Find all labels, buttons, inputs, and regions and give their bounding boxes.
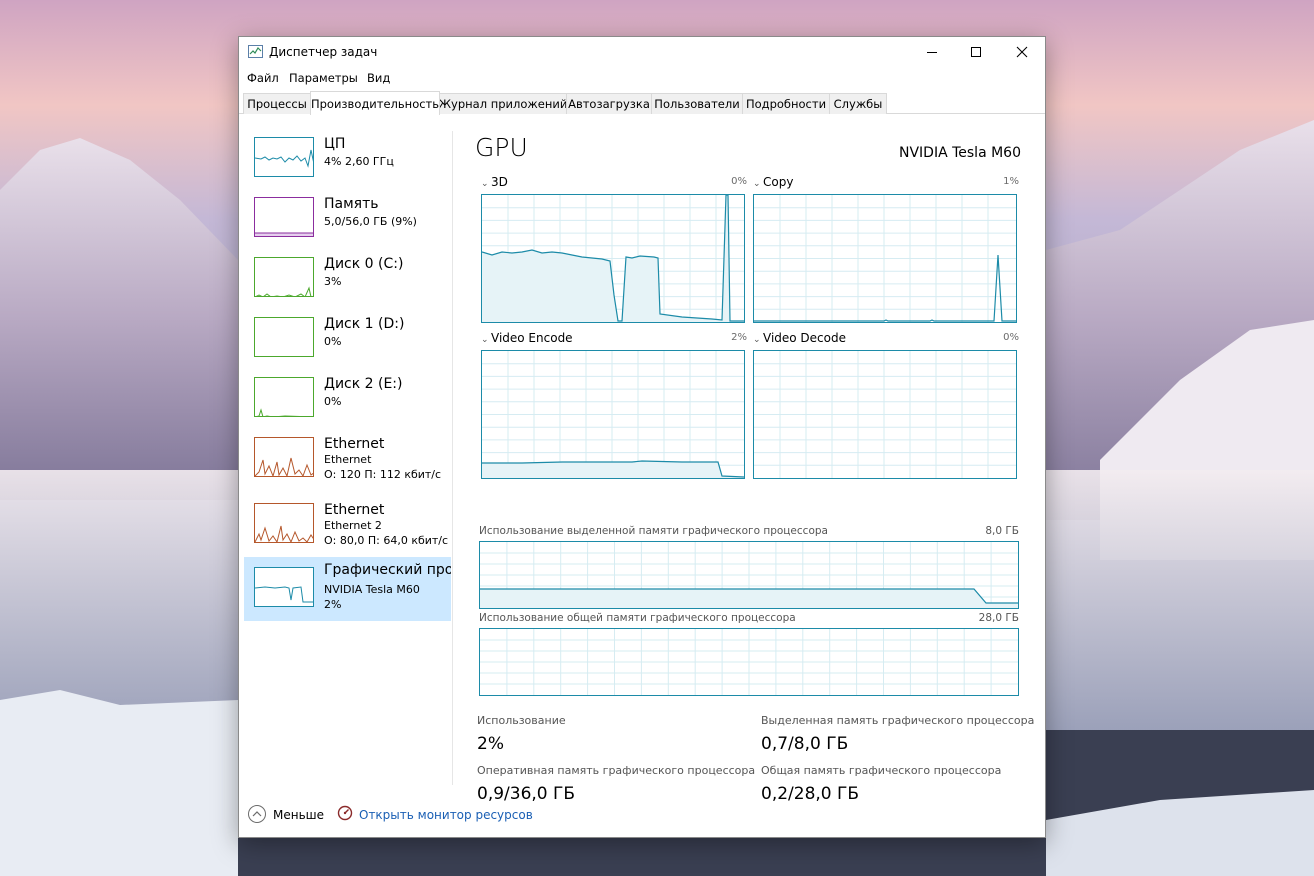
engine-percent: 1% (1003, 176, 1019, 187)
sidebar-item-usage: 2% (324, 598, 342, 611)
minimize-icon (927, 52, 937, 53)
tab-processes[interactable]: Процессы (243, 93, 311, 114)
disk-thumbnail-graph (254, 317, 314, 357)
sidebar-item-detail: 0% (324, 335, 342, 348)
sidebar-item-label: Диск 0 (C:) (324, 256, 404, 272)
resource-monitor-icon (337, 805, 353, 821)
sidebar-item-detail: Ethernet 2 (324, 519, 382, 532)
engine-percent: 0% (731, 176, 747, 187)
chevron-down-icon: ⌄ (753, 335, 761, 345)
shared-memory-graph (479, 628, 1019, 696)
dedicated-memory-graph (479, 541, 1019, 609)
engine-label: Copy (763, 175, 794, 189)
tab-users[interactable]: Пользователи (651, 93, 743, 114)
dedicated-memory-label: Использование выделенной памяти графичес… (479, 525, 828, 537)
engine-graph-video-encode (481, 350, 745, 479)
close-icon (1016, 46, 1028, 58)
dedicated-memory-stat-label: Выделенная память графического процессор… (761, 714, 1035, 727)
sidebar-item-disk-0[interactable]: Диск 0 (C:) 3% (244, 251, 451, 315)
cpu-thumbnail-graph (254, 137, 314, 177)
engine-selector-video-encode[interactable]: ⌄ Video Encode (481, 331, 573, 345)
tab-services[interactable]: Службы (829, 93, 887, 114)
sidebar-item-memory[interactable]: Память 5,0/56,0 ГБ (9%) (244, 191, 451, 255)
sidebar-item-ethernet-2[interactable]: Ethernet Ethernet 2 О: 80,0 П: 64,0 кбит… (244, 497, 451, 561)
resource-sidebar: ЦП 4% 2,60 ГГц Память 5,0/56,0 ГБ (9%) Д… (239, 117, 451, 797)
tab-details[interactable]: Подробности (742, 93, 830, 114)
shared-memory-stat-label: Общая память графического процессора (761, 764, 1002, 777)
close-button[interactable] (999, 37, 1045, 67)
fewer-details-button[interactable]: Меньше (273, 808, 324, 822)
minimize-button[interactable] (909, 37, 955, 67)
disk-thumbnail-graph (254, 377, 314, 417)
window-title: Диспетчер задач (269, 45, 378, 59)
gpu-detail-panel: GPU NVIDIA Tesla M60 ⌄ 3D 0% ⌄ Copy 1% ⌄… (453, 117, 1045, 804)
sidebar-item-detail: NVIDIA Tesla M60 (324, 583, 420, 596)
engine-label: 3D (491, 175, 508, 189)
disk-thumbnail-graph (254, 257, 314, 297)
maximize-button[interactable] (953, 37, 999, 67)
sidebar-item-label: ЦП (324, 136, 346, 152)
engine-label: Video Decode (763, 331, 846, 345)
tab-bar: Процессы Производительность Журнал прило… (239, 91, 1045, 115)
usage-value: 2% (477, 734, 504, 754)
tab-app-history[interactable]: Журнал приложений (439, 93, 567, 114)
sidebar-item-cpu[interactable]: ЦП 4% 2,60 ГГц (244, 131, 451, 195)
memory-thumbnail-graph (254, 197, 314, 237)
sidebar-item-label: Диск 2 (E:) (324, 376, 403, 392)
chevron-down-icon: ⌄ (481, 179, 489, 189)
ethernet-thumbnail-graph (254, 437, 314, 477)
tab-performance[interactable]: Производительность (310, 91, 440, 115)
task-manager-window: Диспетчер задач Файл Параметры Вид Проце… (238, 36, 1046, 838)
sidebar-item-label: Графический процессор 0 (324, 562, 451, 578)
sidebar-item-detail: 3% (324, 275, 342, 288)
sidebar-item-ethernet-1[interactable]: Ethernet Ethernet О: 120 П: 112 кбит/с (244, 431, 451, 495)
ethernet-thumbnail-graph (254, 503, 314, 543)
engine-selector-video-decode[interactable]: ⌄ Video Decode (753, 331, 846, 345)
menu-file[interactable]: Файл (247, 71, 279, 85)
menu-options[interactable]: Параметры (289, 71, 358, 85)
menu-bar: Файл Параметры Вид (239, 67, 1045, 89)
sidebar-item-disk-2[interactable]: Диск 2 (E:) 0% (244, 371, 451, 435)
shared-memory-label: Использование общей памяти графического … (479, 612, 796, 624)
engine-graph-video-decode (753, 350, 1017, 479)
sidebar-item-disk-1[interactable]: Диск 1 (D:) 0% (244, 311, 451, 375)
sidebar-item-detail: 4% 2,60 ГГц (324, 155, 394, 168)
maximize-icon (971, 47, 981, 57)
sidebar-item-label: Диск 1 (D:) (324, 316, 405, 332)
dedicated-memory-max: 8,0 ГБ (985, 525, 1019, 537)
gpu-thumbnail-graph (254, 567, 314, 607)
engine-graph-3d (481, 194, 745, 323)
sidebar-item-throughput: О: 80,0 П: 64,0 кбит/с (324, 534, 449, 547)
chevron-up-circle-icon[interactable] (247, 804, 267, 824)
title-bar[interactable]: Диспетчер задач (239, 37, 1045, 67)
shared-memory-max: 28,0 ГБ (978, 612, 1019, 624)
engine-selector-copy[interactable]: ⌄ Copy (753, 175, 793, 189)
gpu-ram-stat-label: Оперативная память графического процессо… (477, 764, 756, 777)
chevron-down-icon: ⌄ (481, 335, 489, 345)
menu-view[interactable]: Вид (367, 71, 390, 85)
engine-graph-copy (753, 194, 1017, 323)
chevron-down-icon: ⌄ (753, 179, 761, 189)
gpu-model-name: NVIDIA Tesla M60 (898, 145, 1021, 161)
engine-percent: 0% (1003, 332, 1019, 343)
sidebar-item-label: Память (324, 196, 379, 212)
sidebar-item-label: Ethernet (324, 502, 385, 518)
sidebar-item-throughput: О: 120 П: 112 кбит/с (324, 468, 442, 481)
engine-label: Video Encode (491, 331, 573, 345)
sidebar-item-detail: 0% (324, 395, 342, 408)
task-manager-icon (248, 45, 263, 58)
sidebar-item-label: Ethernet (324, 436, 385, 452)
engine-percent: 2% (731, 332, 747, 343)
sidebar-item-detail: Ethernet (324, 453, 372, 466)
footer-bar: Меньше Открыть монитор ресурсов (239, 801, 1045, 837)
usage-label: Использование (477, 714, 566, 727)
open-resource-monitor-link[interactable]: Открыть монитор ресурсов (359, 808, 533, 822)
sidebar-item-gpu[interactable]: Графический процессор 0 NVIDIA Tesla M60… (244, 557, 451, 621)
tab-startup[interactable]: Автозагрузка (566, 93, 652, 114)
sidebar-item-detail: 5,0/56,0 ГБ (9%) (324, 215, 417, 228)
page-title: GPU (475, 133, 528, 162)
engine-selector-3d[interactable]: ⌄ 3D (481, 175, 508, 189)
dedicated-memory-stat-value: 0,7/8,0 ГБ (761, 734, 849, 754)
